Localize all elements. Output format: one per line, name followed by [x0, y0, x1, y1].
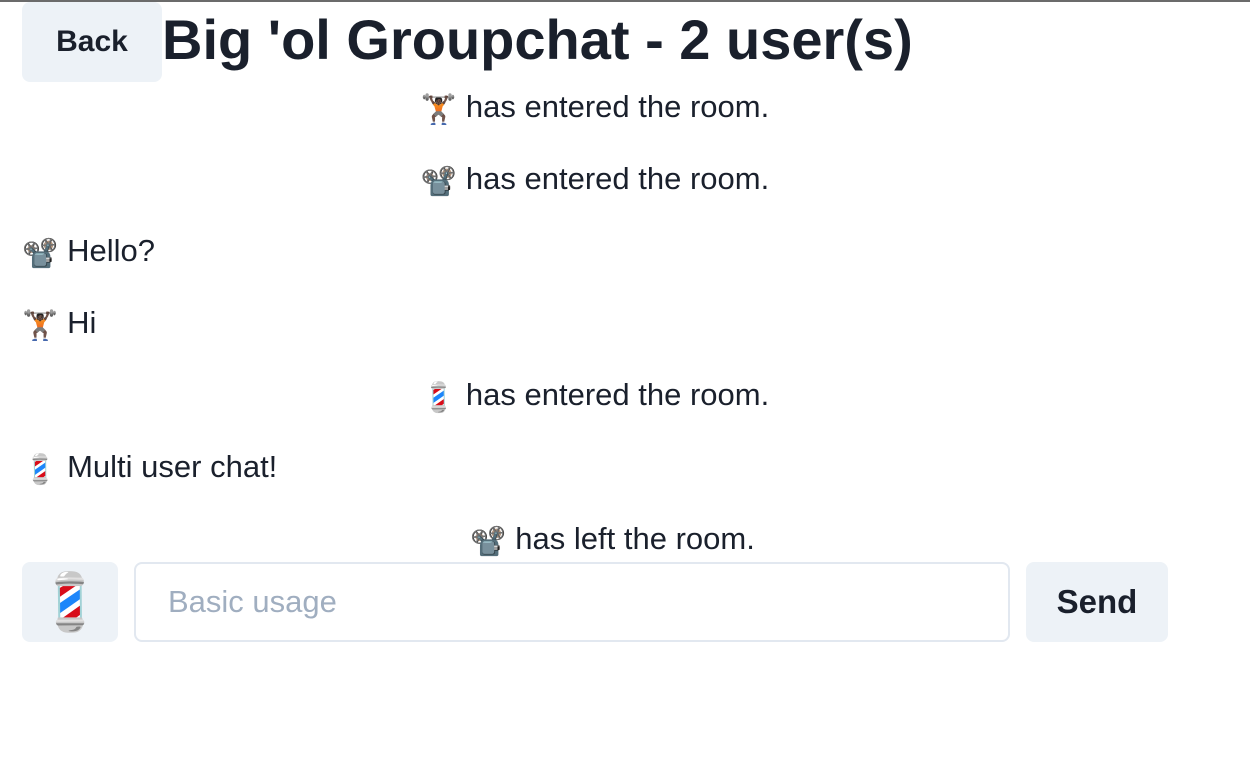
weightlifter-avatar-icon: 🏋🏿 [22, 310, 59, 342]
barber-pole-avatar-icon: 💈 [22, 454, 59, 486]
system-message: 💈 has entered the room. [0, 375, 1190, 415]
film-projector-avatar-icon: 📽️ [420, 166, 457, 198]
system-message: 📽️ has entered the room. [0, 159, 1190, 199]
chat-message: 🏋🏿 Hi [22, 303, 96, 343]
top-border [0, 0, 1250, 2]
film-projector-avatar-icon: 📽️ [470, 526, 507, 558]
barber-pole-avatar-icon: 💈 [420, 382, 457, 414]
film-projector-avatar-icon: 📽️ [22, 238, 59, 270]
chat-message: 💈 Multi user chat! [22, 447, 277, 487]
weightlifter-avatar-icon: 🏋🏿 [420, 94, 457, 126]
page-title: Big 'ol Groupchat - 2 user(s) [162, 8, 913, 71]
message-text: has entered the room. [465, 377, 770, 412]
message-text: has left the room. [515, 521, 755, 556]
message-text: Hello? [67, 233, 155, 268]
emoji-picker-button[interactable]: 💈 [22, 562, 118, 642]
system-message: 🏋🏿 has entered the room. [0, 87, 1190, 127]
message-input[interactable] [134, 562, 1010, 642]
chat-message: 📽️ Hello? [22, 231, 155, 271]
message-text: has entered the room. [465, 89, 770, 124]
message-text: Hi [67, 305, 97, 340]
system-message: 📽️ has left the room. [0, 519, 1225, 559]
back-button[interactable]: Back [22, 2, 162, 82]
message-text: Multi user chat! [67, 449, 278, 484]
barber-pole-icon: 💈 [35, 570, 105, 633]
send-button[interactable]: Send [1026, 562, 1168, 642]
message-text: has entered the room. [465, 161, 770, 196]
